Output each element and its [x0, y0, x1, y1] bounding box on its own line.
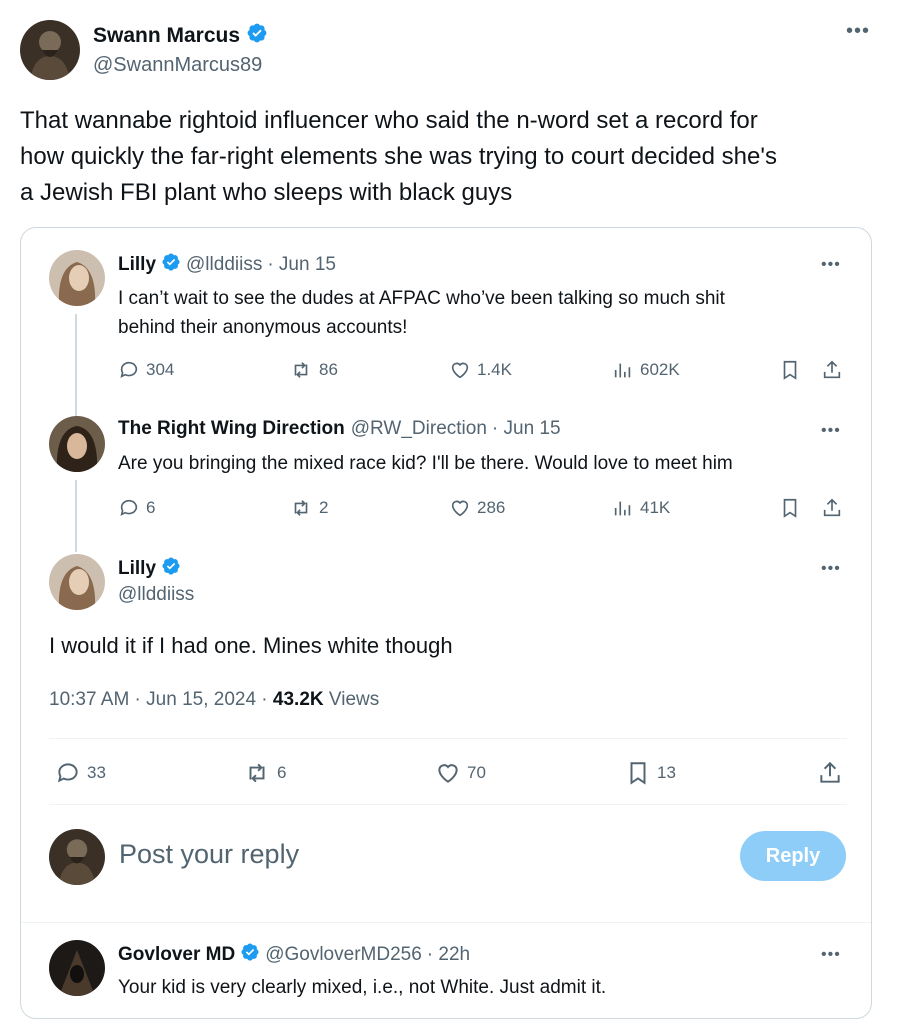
comment-icon	[120, 499, 138, 516]
views-chart-icon	[614, 501, 631, 516]
reply-input[interactable]: Post your reply	[119, 839, 299, 870]
avatar-right-wing-direction[interactable]	[49, 416, 105, 472]
reply-button[interactable]: Reply	[740, 831, 846, 881]
more-options-icon[interactable]: •••	[846, 21, 870, 41]
focus-post-text: I would it if I had one. Mines white tho…	[49, 633, 453, 658]
author-handle[interactable]: @llddiiss	[118, 584, 194, 606]
bookmark-icon[interactable]	[779, 359, 807, 381]
views-action[interactable]: 602K	[612, 359, 680, 381]
avatar-lilly[interactable]	[49, 250, 105, 306]
author-handle[interactable]: @RW_Direction	[351, 418, 487, 440]
author-handle[interactable]: @GovloverMD256	[265, 944, 422, 966]
repost-action[interactable]: 6	[243, 760, 286, 786]
post-date[interactable]: · Jun 15	[267, 254, 336, 276]
quoted-thread-card[interactable]: Lilly @llddiiss · Jun 15 ••• I can’t wai…	[20, 227, 872, 1019]
post-date[interactable]: · Jun 15	[492, 418, 561, 440]
author-name[interactable]: Lilly	[118, 254, 156, 276]
repost-action[interactable]: 2	[289, 497, 328, 519]
more-options-icon[interactable]: •••	[821, 423, 841, 439]
divider	[21, 922, 871, 923]
avatar-swann[interactable]	[49, 829, 105, 885]
divider	[49, 804, 847, 805]
thread-line	[75, 480, 77, 552]
verified-badge-icon	[246, 22, 268, 50]
views-action[interactable]: 41K	[612, 497, 670, 519]
bookmark-icon	[630, 762, 646, 785]
views-chart-icon	[614, 363, 631, 378]
reply-action[interactable]: 304	[118, 359, 174, 381]
verified-badge-icon	[161, 252, 181, 278]
author-handle[interactable]: @llddiiss	[186, 254, 262, 276]
avatar-lilly[interactable]	[49, 554, 105, 610]
comment-icon	[57, 763, 78, 783]
reply-text: Are you bringing the mixed race kid? I'l…	[118, 453, 733, 474]
comment-icon	[120, 361, 138, 378]
share-icon[interactable]	[821, 359, 849, 381]
repost-icon	[249, 763, 265, 783]
like-action[interactable]: 1.4K	[449, 359, 512, 381]
reply-text: I can’t wait to see the dudes at AFPAC w…	[118, 288, 725, 338]
like-action[interactable]: 70	[435, 760, 486, 786]
thread-line	[75, 314, 77, 420]
reply-action[interactable]: 33	[55, 760, 106, 786]
verified-badge-icon	[240, 942, 260, 968]
verified-badge-icon	[161, 556, 181, 582]
author-name[interactable]: Govlover MD	[118, 944, 235, 966]
post-timestamp[interactable]: 10:37 AM · Jun 15, 2024 · 43.2K Views	[49, 689, 379, 711]
repost-icon	[294, 500, 308, 516]
repost-action[interactable]: 86	[289, 359, 338, 381]
post-date[interactable]: · 22h	[427, 944, 470, 966]
author-name[interactable]: Lilly	[118, 558, 156, 580]
repost-icon	[294, 362, 308, 378]
more-options-icon[interactable]: •••	[821, 257, 841, 273]
more-options-icon[interactable]: •••	[821, 561, 841, 577]
author-handle[interactable]: @SwannMarcus89	[93, 54, 262, 77]
reply-text: Your kid is very clearly mixed, i.e., no…	[118, 977, 607, 998]
share-icon[interactable]	[817, 760, 849, 786]
heart-icon	[451, 500, 469, 517]
avatar-govlover[interactable]	[49, 940, 105, 996]
post-text: That wannabe rightoid influencer who sai…	[20, 107, 777, 206]
reply-action[interactable]: 6	[118, 497, 155, 519]
more-options-icon[interactable]: •••	[821, 947, 841, 963]
author-name[interactable]: Swann Marcus	[93, 24, 240, 48]
heart-icon	[438, 764, 458, 783]
author-name[interactable]: The Right Wing Direction	[118, 418, 345, 440]
share-icon[interactable]	[821, 497, 849, 519]
bookmark-icon[interactable]	[779, 497, 807, 519]
divider	[49, 738, 847, 739]
like-action[interactable]: 286	[449, 497, 505, 519]
heart-icon	[451, 362, 469, 379]
bookmark-action[interactable]: 13	[625, 760, 676, 786]
views-count: 43.2K	[272, 689, 324, 710]
avatar-swann[interactable]	[20, 20, 80, 80]
